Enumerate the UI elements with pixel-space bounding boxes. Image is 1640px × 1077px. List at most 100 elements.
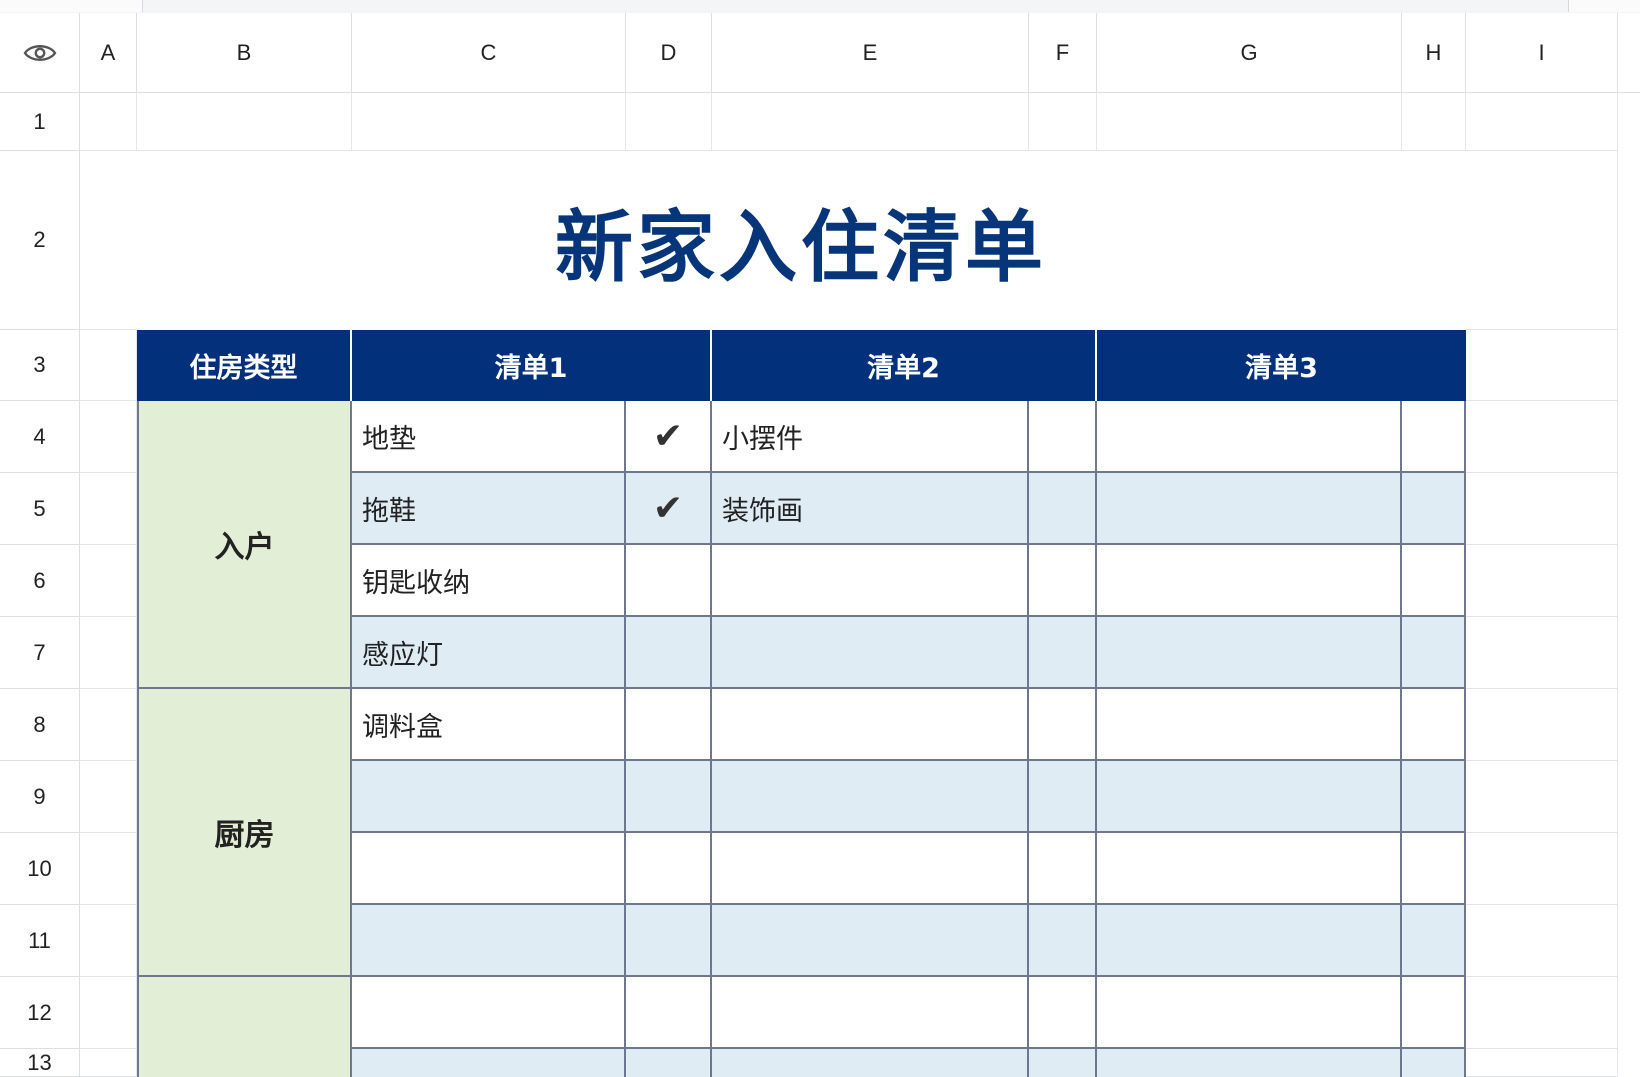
row-header-12[interactable]: 12	[0, 977, 80, 1049]
check-cell[interactable]	[1029, 617, 1097, 689]
row-header-10[interactable]: 10	[0, 833, 80, 905]
list1-item-cell[interactable]: 地垫	[352, 401, 626, 473]
header-list-2[interactable]: 清单2	[712, 330, 1097, 401]
grid-cell[interactable]	[80, 545, 137, 617]
grid-cell[interactable]	[1466, 545, 1618, 617]
list3-item-cell[interactable]	[1097, 545, 1402, 617]
column-header-f[interactable]: F	[1029, 13, 1097, 93]
row-header-1[interactable]: 1	[0, 93, 80, 151]
grid-cell[interactable]	[1466, 93, 1618, 151]
grid-cell[interactable]	[1029, 93, 1097, 151]
list2-item-cell[interactable]	[712, 617, 1029, 689]
list1-item-cell[interactable]: 拖鞋	[352, 473, 626, 545]
list3-item-cell[interactable]	[1097, 689, 1402, 761]
grid-cell[interactable]	[352, 93, 626, 151]
grid-cell[interactable]	[80, 401, 137, 473]
grid-cell[interactable]	[80, 151, 137, 330]
check-cell[interactable]	[626, 545, 712, 617]
grid-cell[interactable]	[1097, 93, 1402, 151]
check-cell[interactable]	[626, 689, 712, 761]
row-header-4[interactable]: 4	[0, 401, 80, 473]
column-header-i[interactable]: I	[1466, 13, 1618, 93]
header-housing-type[interactable]: 住房类型	[137, 330, 352, 401]
grid-cell[interactable]	[1466, 761, 1618, 833]
category-entry[interactable]: 入户	[137, 401, 352, 689]
row-header-11[interactable]: 11	[0, 905, 80, 977]
row-header-7[interactable]: 7	[0, 617, 80, 689]
row-header-6[interactable]: 6	[0, 545, 80, 617]
list1-item-cell[interactable]	[352, 905, 626, 977]
check-cell[interactable]	[1402, 905, 1466, 977]
grid-cell[interactable]	[626, 93, 712, 151]
check-cell[interactable]	[1029, 977, 1097, 1049]
list3-item-cell[interactable]	[1097, 977, 1402, 1049]
grid-cell[interactable]	[80, 977, 137, 1049]
grid-cell[interactable]	[80, 473, 137, 545]
category-cell[interactable]	[137, 977, 352, 1077]
header-list-1[interactable]: 清单1	[352, 330, 712, 401]
grid-cell[interactable]	[1466, 330, 1618, 401]
check-cell[interactable]	[1029, 1049, 1097, 1077]
list2-item-cell[interactable]	[712, 977, 1029, 1049]
check-cell[interactable]	[1029, 833, 1097, 905]
list3-item-cell[interactable]	[1097, 833, 1402, 905]
list2-item-cell[interactable]	[712, 833, 1029, 905]
column-header-a[interactable]: A	[80, 13, 137, 93]
check-cell[interactable]	[1402, 689, 1466, 761]
list1-item-cell[interactable]	[352, 833, 626, 905]
list1-item-cell[interactable]: 调料盒	[352, 689, 626, 761]
visibility-toggle[interactable]	[0, 13, 80, 93]
check-cell[interactable]	[1402, 617, 1466, 689]
column-header-e[interactable]: E	[712, 13, 1029, 93]
check-cell[interactable]	[1402, 545, 1466, 617]
header-list-3[interactable]: 清单3	[1097, 330, 1466, 401]
column-header-d[interactable]: D	[626, 13, 712, 93]
column-header-c[interactable]: C	[352, 13, 626, 93]
grid-cell[interactable]	[1466, 151, 1618, 330]
check-cell[interactable]	[1029, 545, 1097, 617]
list2-item-cell[interactable]	[712, 905, 1029, 977]
row-header-5[interactable]: 5	[0, 473, 80, 545]
column-header-g[interactable]: G	[1097, 13, 1402, 93]
list1-item-cell[interactable]	[352, 977, 626, 1049]
grid-cell[interactable]	[1466, 689, 1618, 761]
list3-item-cell[interactable]	[1097, 761, 1402, 833]
column-header-h[interactable]: H	[1402, 13, 1466, 93]
grid-cell[interactable]	[80, 905, 137, 977]
grid-cell[interactable]	[80, 1049, 137, 1077]
column-header-b[interactable]: B	[137, 13, 352, 93]
grid-cell[interactable]	[1466, 1049, 1618, 1077]
list2-item-cell[interactable]: 小摆件	[712, 401, 1029, 473]
grid-cell[interactable]	[1466, 905, 1618, 977]
grid-cell[interactable]	[80, 93, 137, 151]
check-cell[interactable]	[1029, 761, 1097, 833]
check-cell[interactable]	[1029, 905, 1097, 977]
grid-cell[interactable]	[1466, 617, 1618, 689]
grid-cell[interactable]	[80, 761, 137, 833]
list1-item-cell[interactable]	[352, 761, 626, 833]
list2-item-cell[interactable]: 装饰画	[712, 473, 1029, 545]
list2-item-cell[interactable]	[712, 689, 1029, 761]
grid-cell[interactable]	[137, 93, 352, 151]
list2-item-cell[interactable]	[712, 1049, 1029, 1077]
row-header-13[interactable]: 13	[0, 1049, 80, 1077]
category-kitchen[interactable]: 厨房	[137, 689, 352, 977]
check-cell[interactable]	[1402, 1049, 1466, 1077]
check-cell[interactable]	[626, 833, 712, 905]
list3-item-cell[interactable]	[1097, 473, 1402, 545]
list3-item-cell[interactable]	[1097, 905, 1402, 977]
check-icon[interactable]: ✔	[626, 401, 712, 473]
row-header-8[interactable]: 8	[0, 689, 80, 761]
check-cell[interactable]	[626, 1049, 712, 1077]
list1-item-cell[interactable]	[352, 1049, 626, 1077]
row-header-2[interactable]: 2	[0, 151, 80, 330]
grid-cell[interactable]	[80, 689, 137, 761]
grid-cell[interactable]	[1466, 401, 1618, 473]
check-cell[interactable]	[626, 761, 712, 833]
check-cell[interactable]	[626, 905, 712, 977]
grid-cell[interactable]	[1466, 833, 1618, 905]
grid-cell[interactable]	[712, 93, 1029, 151]
grid-cell[interactable]	[1466, 473, 1618, 545]
check-cell[interactable]	[1402, 401, 1466, 473]
list1-item-cell[interactable]: 感应灯	[352, 617, 626, 689]
